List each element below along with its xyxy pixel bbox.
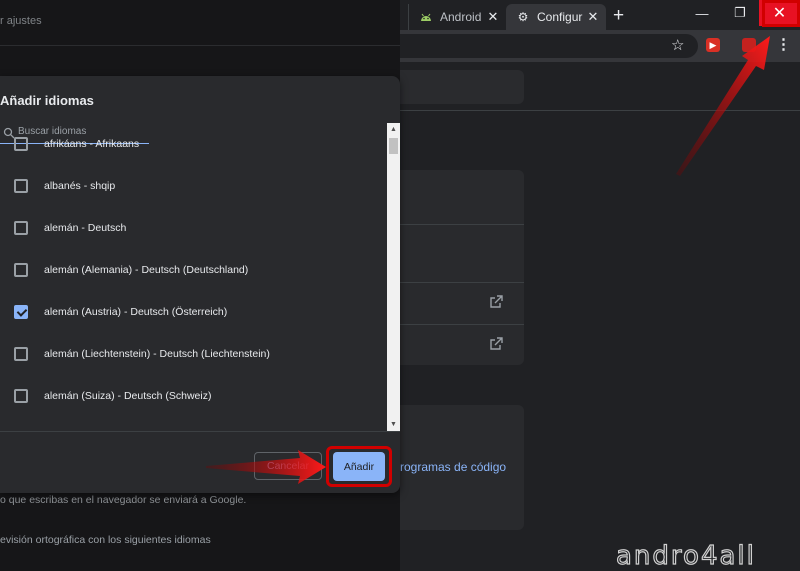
scroll-up-arrow-icon[interactable]: ▲ — [387, 123, 400, 136]
cancel-button[interactable]: Cancelar — [254, 452, 322, 480]
divider — [0, 431, 400, 432]
close-tab-icon[interactable]: ✕ — [586, 9, 600, 25]
language-label: albanés - shqip — [44, 180, 116, 192]
language-label: alemán (Austria) - Deutsch (Österreich) — [44, 306, 228, 318]
add-button[interactable]: Añadir — [333, 452, 385, 481]
language-label: alemán (Liechtenstein) - Deutsch (Liecht… — [44, 348, 270, 360]
list-item[interactable]: alemán - Deutsch — [0, 207, 387, 249]
tab-label: Android — [440, 10, 482, 24]
address-bar[interactable] — [400, 34, 698, 58]
setting-description: evisión ortográfica con los siguientes i… — [0, 534, 211, 546]
maximize-button[interactable]: ❐ — [721, 0, 759, 26]
divider — [400, 282, 524, 283]
settings-link[interactable]: rogramas de código — [400, 460, 506, 474]
watermark-logo: andro4all — [615, 540, 756, 571]
checkbox[interactable] — [14, 137, 28, 151]
divider — [400, 224, 524, 225]
tab-settings[interactable]: ⚙ Configur ✕ — [506, 4, 606, 30]
list-item[interactable]: alemán (Austria) - Deutsch (Österreich) — [0, 291, 387, 333]
language-label: alemán - Deutsch — [44, 222, 127, 234]
list-item[interactable]: afrikáans - Afrikaans — [0, 123, 387, 165]
tab-label: Configur — [537, 10, 583, 24]
close-tab-icon[interactable]: ✕ — [486, 9, 500, 25]
open-external-icon[interactable] — [489, 337, 503, 354]
divider — [400, 324, 524, 325]
highlight-box — [762, 0, 800, 27]
checkbox-checked[interactable] — [14, 305, 28, 319]
list-item[interactable]: albanés - shqip — [0, 165, 387, 207]
list-item[interactable]: alemán (Alemania) - Deutsch (Deutschland… — [0, 249, 387, 291]
scrollbar[interactable]: ▲ ▼ — [387, 123, 400, 431]
minimize-button[interactable]: — — [683, 0, 721, 26]
new-tab-button[interactable]: + — [613, 5, 624, 27]
checkbox[interactable] — [14, 389, 28, 403]
language-label: alemán (Suiza) - Deutsch (Schweiz) — [44, 390, 212, 402]
checkbox[interactable] — [14, 179, 28, 193]
scroll-down-arrow-icon[interactable]: ▼ — [387, 418, 400, 431]
android-icon — [419, 10, 433, 24]
language-label: alemán (Alemania) - Deutsch (Deutschland… — [44, 264, 249, 276]
add-languages-dialog: Añadir idiomas afrikáans - Afrikaans alb… — [0, 76, 400, 493]
open-external-icon[interactable] — [489, 295, 503, 312]
language-list: afrikáans - Afrikaans albanés - shqip al… — [0, 123, 387, 431]
list-item[interactable]: alemán (Liechtenstein) - Deutsch (Liecht… — [0, 333, 387, 375]
bookmark-star-icon[interactable]: ☆ — [671, 36, 684, 54]
checkbox[interactable] — [14, 263, 28, 277]
browser-toolbar — [400, 30, 800, 62]
checkbox[interactable] — [14, 221, 28, 235]
setting-description: o que escribas en el navegador se enviar… — [0, 494, 247, 506]
menu-icon[interactable]: ⋮ — [776, 35, 791, 53]
settings-search-text: r ajustes — [0, 15, 42, 27]
list-item[interactable]: alemán (Suiza) - Deutsch (Schweiz) — [0, 375, 387, 417]
extension-icon[interactable]: ▶ — [706, 38, 720, 52]
divider — [400, 110, 800, 111]
gear-icon: ⚙ — [517, 10, 529, 24]
divider — [0, 45, 400, 46]
extension-icon-2[interactable] — [742, 38, 756, 52]
settings-search-bar[interactable] — [400, 70, 524, 104]
tab-android[interactable]: Android ✕ — [408, 4, 506, 30]
checkbox[interactable] — [14, 347, 28, 361]
dialog-title: Añadir idiomas — [0, 93, 94, 108]
settings-card — [400, 170, 524, 365]
language-label: afrikáans - Afrikaans — [44, 138, 140, 150]
scroll-thumb[interactable] — [389, 138, 398, 154]
